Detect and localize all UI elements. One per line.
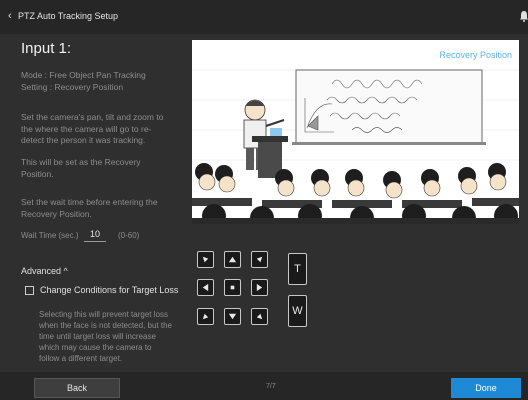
wait-instruction-text: Set the wait time before entering the Re… [21,197,158,219]
arrow-up-right-icon [256,256,263,263]
zoom-tele-button[interactable]: T [288,253,307,285]
classroom-illustration [192,40,519,224]
arrow-down-icon [228,313,237,320]
page-title: PTZ Auto Tracking Setup [18,11,119,21]
pan-up-left-button[interactable] [197,251,214,268]
arrow-down-left-icon [202,313,209,320]
done-button[interactable]: Done [451,378,521,398]
home-position-button[interactable] [224,279,241,296]
target-loss-option[interactable]: Change Conditions for Target Loss [25,285,178,295]
instruction-text: Set the camera's pan, tilt and zoom to t… [21,112,164,145]
pan-right-button[interactable] [251,279,268,296]
bell-icon[interactable] [518,10,528,22]
target-loss-checkbox[interactable] [25,285,34,295]
arrow-left-icon [202,283,209,292]
arrow-up-icon [228,256,237,263]
zoom-wide-button[interactable]: W [288,295,307,327]
tilt-up-button[interactable] [224,251,241,268]
stop-square-icon [230,285,235,290]
recovery-note-text: This will be set as the Recovery Positio… [21,157,141,179]
arrow-down-right-icon [256,313,263,320]
advanced-toggle[interactable]: Advanced ^ [21,266,68,276]
pan-down-right-button[interactable] [251,308,268,325]
target-loss-checkbox-label[interactable]: Change Conditions for Target Loss [40,285,178,295]
tilt-down-button[interactable] [224,308,241,325]
pan-left-button[interactable] [197,279,214,296]
pan-up-right-button[interactable] [251,251,268,268]
back-button[interactable]: Back [34,378,120,398]
arrow-right-icon [256,283,263,292]
mode-text: Mode : Free Object Pan Tracking [21,70,146,80]
setting-text: Setting : Recovery Position [21,82,124,92]
chevron-left-icon[interactable]: ‹ [8,10,12,22]
camera-preview: Recovery Position [192,40,519,224]
wait-time-label: Wait Time (sec.) [21,231,79,240]
arrow-up-left-icon [202,256,209,263]
recovery-position-label: Recovery Position [439,50,512,60]
header-bar: ‹ PTZ Auto Tracking Setup [0,0,528,34]
wait-time-input[interactable]: 10 [84,227,106,242]
wait-time-range: (0-60) [118,231,140,240]
target-loss-description: Selecting this will prevent target loss … [39,310,172,363]
input-title: Input 1: [21,40,72,57]
pan-down-left-button[interactable] [197,308,214,325]
page-indicator: 7/7 [266,383,276,390]
